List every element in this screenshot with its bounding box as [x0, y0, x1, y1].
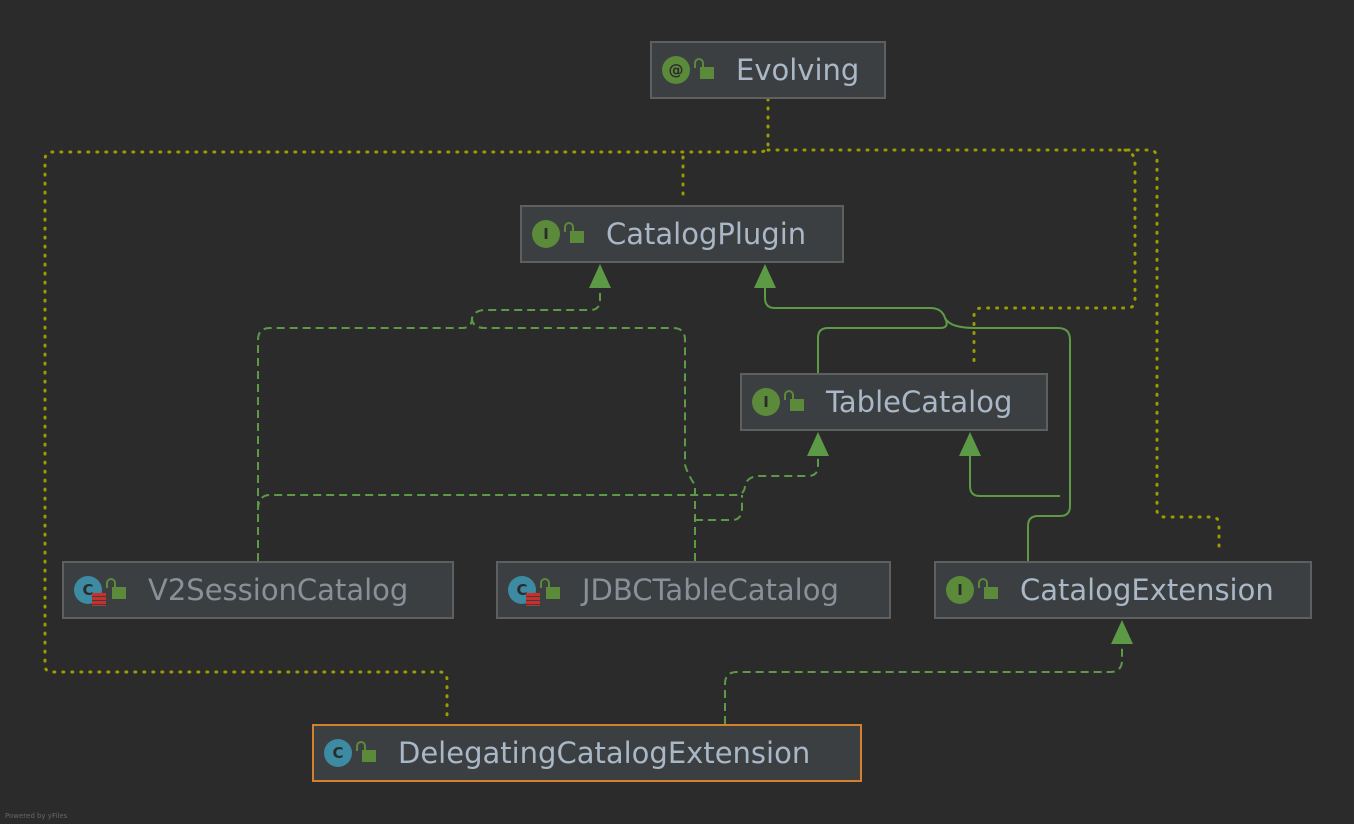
edge-evolving-tablecatalog [972, 148, 1137, 368]
interface-icon: I [532, 220, 560, 248]
interface-icon: I [752, 388, 780, 416]
class-icon: C [74, 576, 106, 606]
node-v2-session-catalog[interactable]: C V2SessionCatalog [62, 561, 454, 619]
node-label: CatalogExtension [1020, 573, 1274, 607]
class-icon: C [508, 576, 540, 606]
node-label: DelegatingCatalogExtension [398, 736, 811, 770]
edge-delegating-catalogextension [724, 628, 1123, 724]
public-lock-icon [564, 222, 584, 243]
node-jdbc-table-catalog[interactable]: C JDBCTableCatalog [496, 561, 891, 619]
arrow-tablecatalog-left [807, 432, 829, 456]
edge-tablecatalog-catalogplugin [764, 270, 948, 373]
edge-v2session-catalogplugin [257, 270, 601, 561]
edges [43, 97, 1221, 724]
edge-catalogextension-tablecatalog [969, 440, 1060, 497]
edge-catalogextension-catalogplugin [944, 317, 1071, 561]
public-lock-icon [784, 390, 804, 411]
node-label: TableCatalog [826, 385, 1013, 419]
interface-icon: I [946, 576, 974, 604]
abstract-class-icon: C [324, 739, 352, 767]
edge-jdbc-tablecatalog [695, 495, 743, 521]
node-label: JDBCTableCatalog [582, 573, 839, 607]
public-lock-icon [106, 578, 126, 599]
private-bars-icon [526, 593, 540, 606]
node-label: V2SessionCatalog [148, 573, 409, 607]
node-evolving[interactable]: @ Evolving [650, 41, 886, 99]
arrow-catalogplugin-right [754, 264, 776, 288]
node-label: Evolving [736, 53, 860, 87]
arrow-tablecatalog-right [959, 432, 981, 456]
footer-credit: Powered by yFiles [5, 812, 68, 820]
public-lock-icon [978, 578, 998, 599]
annotation-icon: @ [662, 56, 690, 84]
arrow-catalogextension [1111, 620, 1133, 644]
arrow-catalogplugin-left [589, 264, 611, 288]
edge-jdbc-catalogplugin [471, 317, 696, 561]
public-lock-icon [540, 578, 560, 599]
edge-evolving-delegating [43, 97, 770, 718]
public-lock-icon [694, 58, 714, 79]
node-catalog-plugin[interactable]: I CatalogPlugin [520, 205, 844, 263]
node-catalog-extension[interactable]: I CatalogExtension [934, 561, 1312, 619]
node-delegating-catalog-extension[interactable]: C DelegatingCatalogExtension [312, 724, 862, 782]
private-bars-icon [92, 593, 106, 606]
node-label: CatalogPlugin [606, 217, 807, 251]
edge-v2session-tablecatalog [257, 440, 819, 511]
node-table-catalog[interactable]: I TableCatalog [740, 373, 1048, 431]
public-lock-icon [356, 741, 376, 762]
